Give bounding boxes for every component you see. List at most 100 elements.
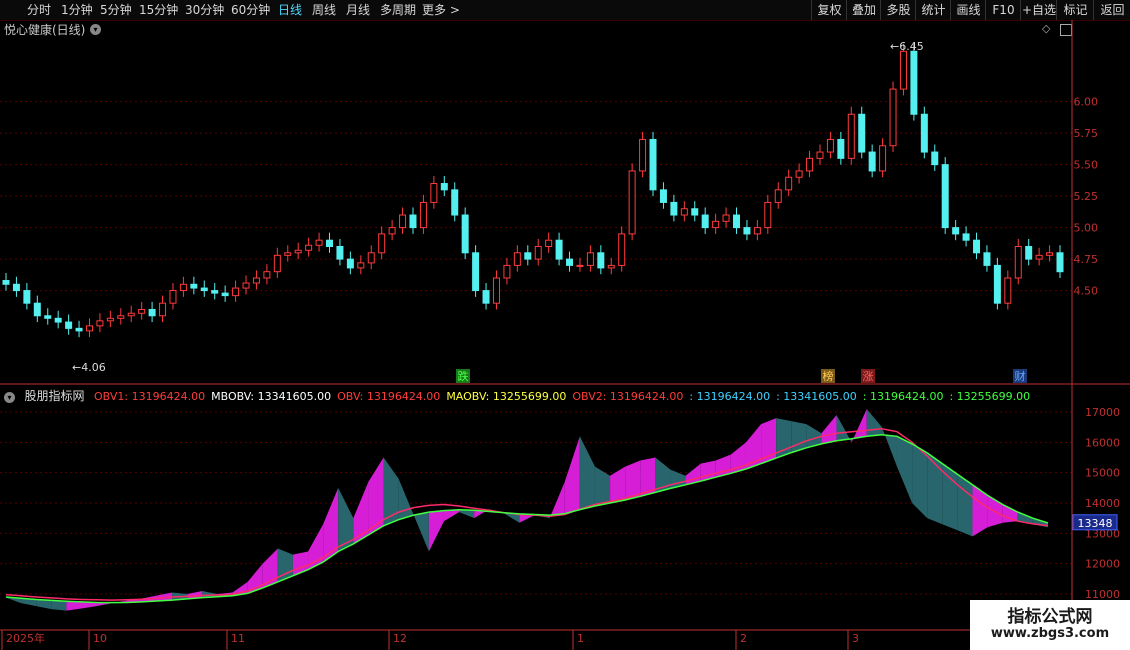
obv-fill-segment [398, 478, 414, 520]
candle-body [273, 254, 281, 273]
candle-body [85, 325, 93, 332]
price-tick-label: 5.25 [1074, 190, 1099, 203]
candle-body [138, 308, 146, 314]
obv-fill-segment [338, 487, 354, 552]
candle-body [399, 214, 407, 229]
candle-body [858, 113, 866, 153]
candle-body [566, 258, 574, 266]
candle-body [691, 208, 699, 216]
indicator-tick-label: 14000 [1085, 497, 1120, 510]
candle-body [837, 138, 845, 159]
obv-fill-segment [821, 415, 837, 444]
obv-fill-segment [579, 436, 595, 510]
price-tick-label: 4.50 [1074, 285, 1099, 298]
candle-body [576, 264, 584, 267]
candle-body [179, 283, 187, 292]
current-value-text: 13348 [1078, 517, 1113, 530]
candle-body [1014, 246, 1022, 279]
candle-body [23, 290, 31, 304]
candle-body [753, 227, 761, 235]
candle-body [920, 113, 928, 153]
candle-body [482, 290, 490, 304]
candle-body [607, 264, 615, 269]
obv-fill-segment [594, 466, 611, 507]
candle-body [993, 264, 1001, 304]
candle-body [1046, 252, 1054, 256]
candle-body [826, 138, 834, 153]
candle-body [806, 157, 814, 172]
indicator-tick-label: 15000 [1085, 467, 1120, 480]
obv-fill-segment [610, 466, 626, 503]
candle-body [357, 262, 365, 269]
candle-body [722, 214, 730, 222]
obv-fill-segment [66, 601, 82, 611]
candle-body [336, 246, 344, 260]
price-tick-label: 5.50 [1074, 159, 1099, 172]
annotation-label: 榜 [823, 369, 834, 383]
obv-fill-segment [896, 436, 913, 503]
chart-canvas[interactable]: 4.504.755.005.255.505.756.00110001200013… [0, 0, 1130, 650]
candle-body [96, 320, 104, 327]
obv-fill-segment [972, 484, 988, 537]
candle-body [680, 208, 688, 216]
candle-body [451, 189, 459, 216]
obv-fill-segment [912, 443, 928, 519]
candle-body [1035, 254, 1043, 260]
candle-body [555, 239, 563, 260]
obv-fill-segment [564, 436, 580, 514]
candle-body [127, 312, 135, 317]
candle-body [1056, 252, 1064, 273]
price-tick-label: 4.75 [1074, 253, 1099, 266]
candle-body [440, 183, 448, 191]
candle-body [294, 249, 302, 254]
candle-body [200, 287, 208, 292]
obv-fill-segment [881, 427, 897, 467]
watermark: 指标公式网 www.zbgs3.com [970, 600, 1130, 650]
obv-fill-segment [443, 509, 460, 522]
candle-body [524, 252, 532, 260]
time-tick-label: 11 [231, 632, 245, 645]
obv-fill-segment [323, 487, 339, 563]
watermark-title: 指标公式网 [1007, 607, 1093, 627]
candle-body [701, 214, 709, 229]
candle-body [597, 252, 605, 269]
time-tick-label: 1 [577, 632, 584, 645]
candle-body [419, 201, 427, 229]
obv-fill-segment [866, 408, 882, 437]
candle-body [649, 138, 657, 191]
candle-body [284, 252, 292, 256]
annotation-label: 涨 [863, 370, 874, 383]
high-price-label: ←6.45 [890, 40, 924, 53]
candle-body [847, 113, 855, 159]
time-tick-label: 2 [740, 632, 747, 645]
candle-body [941, 164, 949, 229]
low-price-label: ←4.06 [72, 361, 106, 374]
candle-body [639, 138, 647, 172]
candle-body [973, 239, 981, 254]
obv-fill-segment [428, 510, 444, 552]
candle-body [33, 302, 41, 317]
time-tick-label: 2025年 [6, 631, 45, 645]
candle-body [628, 170, 636, 235]
candle-body [117, 315, 125, 319]
candle-body [962, 233, 970, 241]
annotation-label: 财 [1015, 369, 1026, 383]
candle-body [54, 317, 62, 323]
candle-body [618, 233, 626, 266]
candle-body [513, 252, 521, 266]
candle-body [670, 201, 678, 216]
candle-body [461, 214, 469, 254]
obv-fill-segment [413, 512, 429, 552]
candle-body [315, 239, 323, 246]
candle-body [732, 214, 740, 229]
candle-body [910, 50, 918, 115]
candle-body [899, 50, 907, 90]
candle-body [1025, 246, 1033, 260]
candle-body [211, 290, 219, 294]
candle-body [190, 283, 198, 289]
candle-body [586, 252, 594, 266]
candle-body [816, 151, 824, 159]
candle-body [430, 183, 438, 203]
candle-body [492, 277, 500, 304]
time-tick-label: 3 [852, 632, 859, 645]
